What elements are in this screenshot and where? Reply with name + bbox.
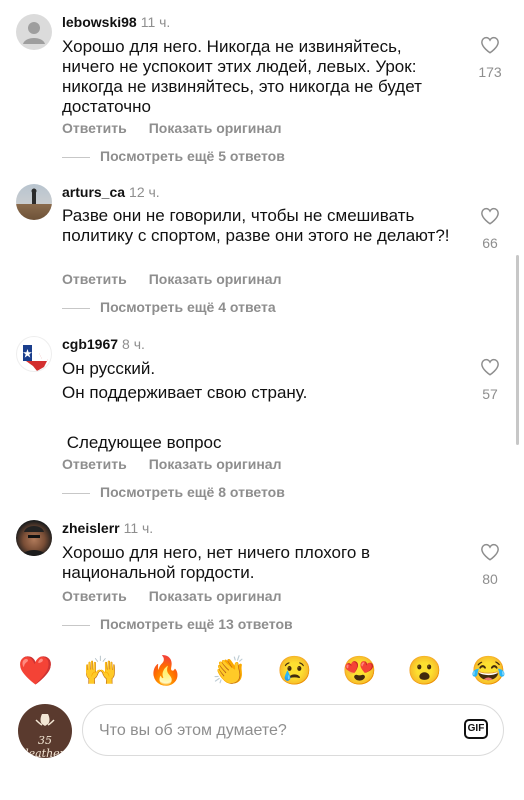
user-silhouette-icon bbox=[23, 22, 45, 44]
reply-button[interactable]: Ответить bbox=[62, 271, 127, 287]
see-original-button[interactable]: Показать оригинал bbox=[149, 271, 282, 287]
view-replies-button[interactable]: Посмотреть ещё 8 ответов bbox=[62, 484, 285, 500]
view-replies-button[interactable]: Посмотреть ещё 4 ответа bbox=[62, 299, 276, 315]
see-original-button[interactable]: Показать оригинал bbox=[149, 120, 282, 136]
my-avatar-logo-text: 35 leather bbox=[25, 734, 65, 758]
crying-emoji-button[interactable]: 😢 bbox=[277, 654, 312, 688]
scrollbar[interactable] bbox=[516, 255, 519, 445]
surprised-emoji-button[interactable]: 😮 bbox=[407, 654, 442, 688]
see-original-button[interactable]: Показать оригинал bbox=[149, 588, 282, 604]
comment-time: 11 ч. bbox=[140, 14, 171, 30]
comment-text: Он русский. Он поддерживает свою страну.… bbox=[62, 359, 452, 453]
comment-time: 11 ч. bbox=[123, 520, 154, 536]
laughing-emoji-button[interactable]: 😂 bbox=[471, 654, 506, 688]
see-original-button[interactable]: Показать оригинал bbox=[149, 456, 282, 472]
gif-button[interactable]: GIF bbox=[464, 719, 488, 739]
heart-outline-icon bbox=[481, 207, 499, 225]
replies-divider bbox=[62, 492, 90, 494]
heart-eyes-emoji-button[interactable]: 😍 bbox=[342, 654, 377, 688]
comment-username-line: lebowski98 11 ч. bbox=[62, 14, 170, 30]
replies-divider bbox=[62, 307, 90, 309]
like-count: 57 bbox=[482, 386, 498, 402]
comment-actions: Ответить Показать оригинал bbox=[62, 588, 303, 604]
like-count: 173 bbox=[478, 64, 502, 80]
heart-outline-icon bbox=[481, 358, 499, 376]
comment-line: Хорошо для него, нет ничего плохого в на… bbox=[62, 543, 371, 582]
reply-button[interactable]: Ответить bbox=[62, 456, 127, 472]
fire-emoji-button[interactable]: 🔥 bbox=[148, 654, 183, 688]
like-count: 80 bbox=[482, 571, 498, 587]
comment-input[interactable] bbox=[97, 717, 441, 745]
comment-line: Он русский. bbox=[62, 359, 156, 378]
comment-line: Следующее вопрос bbox=[62, 433, 222, 452]
comment-text: Хорошо для него, нет ничего плохого в на… bbox=[62, 543, 452, 583]
view-replies-label: Посмотреть ещё 5 ответов bbox=[100, 148, 285, 164]
avatar-zheislerr[interactable] bbox=[16, 520, 52, 556]
comment-actions: Ответить Показать оригинал bbox=[62, 271, 303, 287]
reply-button[interactable]: Ответить bbox=[62, 588, 127, 604]
heart-outline-icon bbox=[481, 543, 499, 561]
comment-username[interactable]: arturs_ca bbox=[62, 184, 125, 200]
comment-text: Разве они не говорили, чтобы не смешиват… bbox=[62, 206, 452, 246]
comment-username[interactable]: zheislerr bbox=[62, 520, 120, 536]
comment-username-line: cgb1967 8 ч. bbox=[62, 336, 145, 352]
comment-line: Он поддерживает свою страну. bbox=[62, 383, 308, 402]
view-replies-button[interactable]: Посмотреть ещё 5 ответов bbox=[62, 148, 285, 164]
like-button[interactable] bbox=[479, 207, 501, 225]
raised-hands-emoji-button[interactable]: 🙌 bbox=[83, 654, 118, 688]
view-replies-label: Посмотреть ещё 13 ответов bbox=[100, 616, 293, 632]
like-button[interactable] bbox=[479, 36, 501, 54]
comment-text: Хорошо для него. Никогда не извиняйтесь,… bbox=[62, 37, 452, 117]
comment-actions: Ответить Показать оригинал bbox=[62, 456, 303, 472]
like-button[interactable] bbox=[479, 543, 501, 561]
comment-time: 8 ч. bbox=[122, 336, 145, 352]
person-with-cap-photo bbox=[22, 526, 46, 556]
replies-divider bbox=[62, 156, 90, 158]
view-replies-label: Посмотреть ещё 4 ответа bbox=[100, 299, 276, 315]
comment-line: Хорошо для него. Никогда не извиняйтесь,… bbox=[62, 37, 422, 116]
comment-line: Разве они не говорили, чтобы не смешиват… bbox=[62, 206, 450, 245]
texas-flag-icon bbox=[23, 345, 48, 371]
reply-button[interactable]: Ответить bbox=[62, 120, 127, 136]
my-avatar[interactable]: 35 leather bbox=[18, 704, 72, 758]
avatar-arturs[interactable] bbox=[16, 184, 52, 220]
comment-composer: 35 leather GIF bbox=[0, 700, 524, 770]
comment-line bbox=[62, 405, 452, 429]
person-on-rock-photo bbox=[31, 188, 37, 204]
avatar-cgb1967[interactable] bbox=[16, 336, 52, 372]
emoji-reaction-bar: ❤️ 🙌 🔥 👏 😢 😍 😮 😂 bbox=[0, 648, 524, 694]
comment-username[interactable]: cgb1967 bbox=[62, 336, 118, 352]
like-button[interactable] bbox=[479, 358, 501, 376]
comment-time: 12 ч. bbox=[129, 184, 160, 200]
heart-emoji-button[interactable]: ❤️ bbox=[18, 654, 53, 688]
comment-input-wrapper: GIF bbox=[82, 704, 504, 756]
like-count: 66 bbox=[482, 235, 498, 251]
comment-username[interactable]: lebowski98 bbox=[62, 14, 137, 30]
view-replies-button[interactable]: Посмотреть ещё 13 ответов bbox=[62, 616, 293, 632]
view-replies-label: Посмотреть ещё 8 ответов bbox=[100, 484, 285, 500]
clapping-emoji-button[interactable]: 👏 bbox=[212, 654, 247, 688]
comment-username-line: zheislerr 11 ч. bbox=[62, 520, 153, 536]
comment-username-line: arturs_ca 12 ч. bbox=[62, 184, 160, 200]
replies-divider bbox=[62, 624, 90, 626]
heart-outline-icon bbox=[481, 36, 499, 54]
avatar-default[interactable] bbox=[16, 14, 52, 50]
comment-actions: Ответить Показать оригинал bbox=[62, 120, 303, 136]
